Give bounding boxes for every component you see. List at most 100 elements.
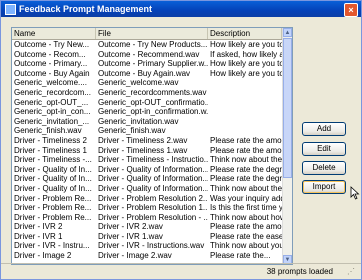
row-file: Generic_recordcomments.wav <box>98 87 207 97</box>
list-row[interactable]: Driver - Quality of In... Driver - Qualit… <box>12 165 282 175</box>
list-row[interactable]: Outcome - Try New... Outcome - Try New Pr… <box>12 40 282 50</box>
row-description: Was your inquiry addressed o... <box>210 193 282 203</box>
list-row[interactable]: Driver - Quality of In... Driver - Qualit… <box>12 184 282 194</box>
row-name: Driver - Problem Re... <box>14 203 92 213</box>
list-row[interactable]: Generic_finish.wav Generic_finish.wav <box>12 126 282 136</box>
list-header: Name File Description <box>12 28 282 40</box>
row-file: Driver - Quality of Information... <box>98 174 208 184</box>
list-row[interactable]: Generic_welcome.... Generic_welcome.wav <box>12 78 282 88</box>
row-file: Driver - Problem Resolution - ... <box>98 212 208 222</box>
row-name: Driver - IVR 1 <box>14 231 63 241</box>
row-name: Driver - IVR - Instru... <box>14 241 90 251</box>
row-description: How likely are you to purchas... <box>210 68 282 78</box>
row-description <box>208 117 282 127</box>
status-text: 38 prompts loaded <box>266 267 333 276</box>
row-file: Driver - Timeliness 1.wav <box>98 145 188 155</box>
list-row[interactable]: Generic_opt-OUT_... Generic_opt-OUT_confi… <box>12 98 282 108</box>
row-description <box>208 107 282 117</box>
prompt-list[interactable]: Name File Description Outcome - Try New.… <box>11 27 293 265</box>
import-button[interactable]: Import <box>302 180 346 194</box>
list-row[interactable]: Outcome - Recom... Outcome - Recommend.wa… <box>12 50 282 60</box>
row-description: Please rate the degree to which... <box>210 164 282 174</box>
row-name: Generic_finish.wav <box>14 126 82 136</box>
row-name: Outcome - Recom... <box>14 49 86 59</box>
list-row[interactable]: Generic_opt-in_con... Generic_opt-in_conf… <box>12 107 282 117</box>
row-file: Generic_opt-in_confirmation.w... <box>98 107 208 117</box>
close-button[interactable]: × <box>344 3 358 17</box>
resize-grip-icon[interactable]: ⋰ <box>347 267 357 277</box>
row-description: Please rate the amount of time yo... <box>210 145 282 155</box>
row-name: Generic_welcome.... <box>14 78 87 88</box>
row-description: Please rate the ease of navig... <box>210 231 282 241</box>
row-name: Driver - IVR 2 <box>14 222 63 232</box>
row-file: Driver - IVR 2.wav <box>98 222 163 232</box>
row-name: Outcome - Try New... <box>14 40 90 49</box>
row-name: Driver - Timeliness 1 <box>14 145 87 155</box>
list-row[interactable]: Generic_invitation_... Generic_invitation… <box>12 117 282 127</box>
list-row[interactable]: Driver - Image 2 Driver - Image 2.wav Plea… <box>12 251 282 261</box>
row-description: Think now about your expere... <box>210 241 282 251</box>
column-header-file[interactable]: File <box>96 28 208 39</box>
row-name: Generic_recordcom... <box>14 87 91 97</box>
row-file: Driver - IVR - Instructions.wav <box>98 241 205 251</box>
row-description: Think now about the time you... <box>210 155 282 165</box>
list-row[interactable]: Generic_recordcom... Generic_recordcommen… <box>12 88 282 98</box>
app-icon <box>5 4 16 15</box>
row-name: Outcome - Primary... <box>14 59 88 69</box>
add-button[interactable]: Add <box>302 122 346 136</box>
row-description <box>208 78 282 88</box>
row-name: Outcome - Buy Again <box>14 68 90 78</box>
row-description: How likely are you to try other... <box>210 40 282 49</box>
list-row[interactable]: Driver - Timeliness -... Driver - Timelin… <box>12 155 282 165</box>
row-description: Please rate the amount of tin... <box>210 135 282 145</box>
row-file: Driver - Timeliness 2.wav <box>98 135 188 145</box>
list-row[interactable]: Driver - Quality of In... Driver - Qualit… <box>12 174 282 184</box>
row-file: Driver - Image 2.wav <box>98 251 172 261</box>
status-bar: 38 prompts loaded ⋰ <box>1 263 361 280</box>
window-title: Feedback Prompt Management <box>19 4 153 14</box>
row-name: Driver - Quality of In... <box>14 183 92 193</box>
list-row[interactable]: Driver - IVR - Instru... Driver - IVR - I… <box>12 241 282 251</box>
row-file: Generic_invitation.wav <box>98 116 179 126</box>
mouse-pointer-icon <box>350 186 360 200</box>
list-row[interactable]: Driver - Problem Re... Driver - Problem R… <box>12 194 282 204</box>
vertical-scrollbar[interactable]: ▲ ▼ <box>282 28 292 264</box>
row-description <box>208 126 282 136</box>
row-description: How likely are you to make... <box>210 59 282 69</box>
delete-button[interactable]: Delete <box>302 161 346 175</box>
scroll-thumb[interactable] <box>283 38 292 178</box>
row-file: Generic_finish.wav <box>98 126 166 136</box>
list-row[interactable]: Driver - Timeliness 1 Driver - Timeliness… <box>12 146 282 156</box>
row-description: Think now about how well w... <box>210 212 282 222</box>
row-description: If asked, how likely are you to... <box>210 49 282 59</box>
edit-button[interactable]: Edit <box>302 142 346 156</box>
row-description <box>208 98 282 108</box>
row-file: Outcome - Recommend.wav <box>98 49 200 59</box>
list-rows: Outcome - Try New... Outcome - Try New Pr… <box>12 40 282 264</box>
row-file: Generic_opt-OUT_confirmatio... <box>98 97 208 107</box>
scroll-up-icon[interactable]: ▲ <box>283 28 292 37</box>
row-file: Driver - IVR 1.wav <box>98 231 163 241</box>
row-name: Driver - Problem Re... <box>14 212 92 222</box>
list-row[interactable]: Outcome - Buy Again Outcome - Buy Again.w… <box>12 69 282 79</box>
row-file: Generic_welcome.wav <box>98 78 179 88</box>
row-name: Driver - Quality of In... <box>14 164 92 174</box>
row-file: Driver - Timeliness - Instructio... <box>98 155 208 165</box>
row-name: Driver - Timeliness -... <box>14 155 92 165</box>
row-description: Please rate the degree to whi... <box>210 174 282 184</box>
list-row[interactable]: Driver - Timeliness 2 Driver - Timeliness… <box>12 136 282 146</box>
title-bar[interactable]: Feedback Prompt Management × <box>1 1 361 17</box>
list-row[interactable]: Driver - Problem Re... Driver - Problem R… <box>12 213 282 223</box>
list-row[interactable]: Driver - Problem Re... Driver - Problem R… <box>12 203 282 213</box>
row-name: Driver - Quality of In... <box>14 174 92 184</box>
feedback-prompt-window: Feedback Prompt Management × Name File D… <box>0 0 362 280</box>
row-file: Driver - Problem Resolution 2... <box>98 193 208 203</box>
list-row[interactable]: Outcome - Primary... Outcome - Primary Su… <box>12 59 282 69</box>
list-row[interactable]: Driver - IVR 1 Driver - IVR 1.wav Please r… <box>12 232 282 242</box>
row-file: Driver - Quality of Information... <box>98 164 208 174</box>
list-row[interactable]: Driver - IVR 2 Driver - IVR 2.wav Please r… <box>12 222 282 232</box>
row-name: Generic_invitation_... <box>14 116 90 126</box>
column-header-name[interactable]: Name <box>12 28 96 39</box>
row-name: Generic_opt-OUT_... <box>14 97 89 107</box>
column-header-description[interactable]: Description <box>208 28 282 39</box>
